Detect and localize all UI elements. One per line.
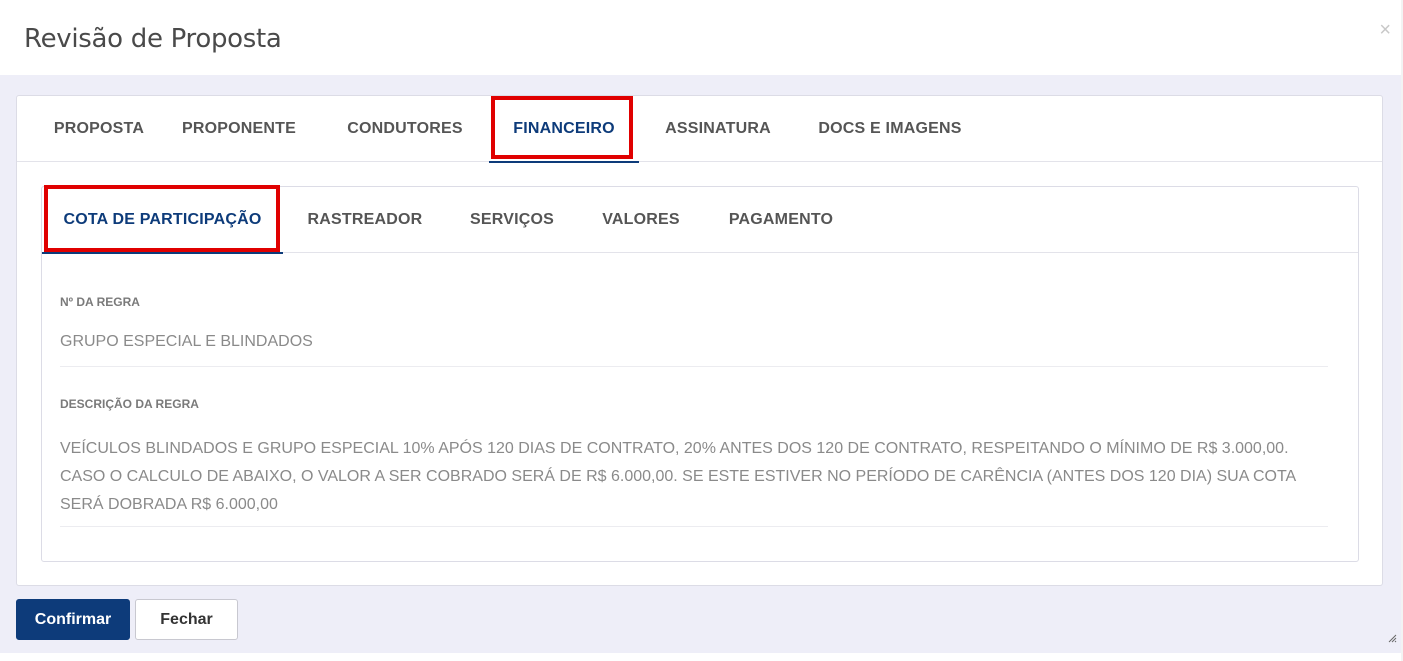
tab-proposta[interactable]: PROPOSTA — [41, 96, 157, 162]
tab-pagamento[interactable]: PAGAMENTO — [718, 187, 844, 253]
tab-proponente[interactable]: PROPONENTE — [173, 96, 305, 162]
modal-title: Revisão de Proposta — [24, 24, 282, 54]
sub-card: COTA DE PARTICIPAÇÃO RASTREADOR SERVIÇOS… — [41, 185, 1359, 562]
tab-valores[interactable]: VALORES — [594, 187, 688, 253]
rule-description-label: DESCRIÇÃO DA REGRA — [60, 397, 199, 411]
modal-header: Revisão de Proposta × — [0, 0, 1401, 75]
sub-tabs: COTA DE PARTICIPAÇÃO RASTREADOR SERVIÇOS… — [42, 185, 1358, 254]
proposal-review-modal: Revisão de Proposta × PROPOSTA PROPONENT… — [0, 0, 1401, 653]
close-icon[interactable]: × — [1379, 20, 1391, 40]
main-card: PROPOSTA PROPONENTE CONDUTORES FINANCEIR… — [16, 95, 1383, 586]
rule-number-value: GRUPO ESPECIAL E BLINDADOS — [60, 333, 313, 350]
tab-rastreador[interactable]: RASTREADOR — [300, 187, 430, 253]
tab-assinatura[interactable]: ASSINATURA — [657, 96, 779, 162]
tab-cota-de-participacao[interactable]: COTA DE PARTICIPAÇÃO — [42, 187, 283, 254]
close-button[interactable]: Fechar — [135, 599, 238, 640]
tab-financeiro[interactable]: FINANCEIRO — [489, 96, 639, 163]
confirm-button[interactable]: Confirmar — [16, 599, 130, 640]
rule-description-value: VEÍCULOS BLINDADOS E GRUPO ESPECIAL 10% … — [60, 440, 1296, 513]
resize-handle-icon[interactable] — [1387, 633, 1397, 643]
tab-servicos[interactable]: SERVIÇOS — [460, 187, 564, 253]
tab-condutores[interactable]: CONDUTORES — [339, 96, 471, 162]
field-divider — [60, 366, 1328, 367]
field-divider — [60, 526, 1328, 527]
rule-number-label: Nº DA REGRA — [60, 295, 140, 309]
main-tabs: PROPOSTA PROPONENTE CONDUTORES FINANCEIR… — [17, 96, 1382, 163]
tab-docs-e-imagens[interactable]: DOCS E IMAGENS — [807, 96, 973, 162]
